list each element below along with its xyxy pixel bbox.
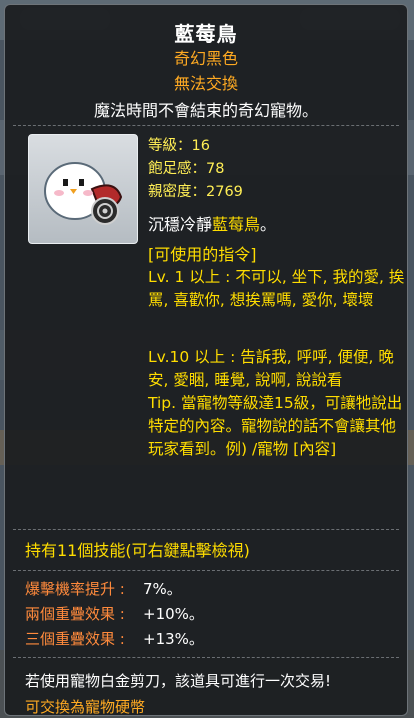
item-grade: 奇幻黑色 [173,49,238,68]
skill-row: 兩個重疊效果 : +10%。 [25,603,204,624]
divider [13,657,399,658]
skill-row: 爆擊機率提升 : 7%。 [25,578,182,599]
bluebird-pet-icon [44,162,123,225]
skill-row: 三個重疊效果 : +13%。 [25,628,204,649]
pet-item-tooltip: 藍莓鳥 奇幻黑色 無法交換 魔法時間不會結束的奇幻寵物。 等級：16 飽足感：7… [4,4,408,716]
skill-value: 7%。 [143,580,182,598]
divider [13,570,399,571]
personality-pet-name: 藍莓鳥 [212,215,261,234]
trade-note: 若使用寵物白金剪刀，該道具可進行一次交易! [25,672,332,690]
commands-header: [可使用的指令] [148,245,257,264]
pet-personality: 沉穩冷靜藍莓鳥。 [148,211,276,235]
item-description: 魔法時間不會結束的奇幻寵物。 [93,101,318,120]
item-name: 藍莓鳥 [174,22,238,46]
divider [13,529,399,530]
divider [13,125,399,126]
skills-header: 持有11個技能(可右鍵點擊檢視) [25,541,250,560]
personality-prefix: 沉穩冷靜 [148,215,213,234]
commands-tip: Tip. 當寵物等級達15級，可讓牠說出特定的內容。寵物說的話不會讓其他玩家看到… [148,394,403,459]
skill-value: +10%。 [143,605,204,623]
pet-level: 等級：16 [148,138,210,154]
pet-intimacy: 親密度：2769 [148,184,243,200]
skill-value: +13%。 [143,630,204,648]
personality-suffix: 。 [260,215,277,234]
pet-satiety: 飽足感：78 [148,161,225,177]
pet-stats: 等級：16 飽足感：78 親密度：2769 [148,135,243,204]
skill-name: 三個重疊效果 : [25,630,125,648]
trade-status: 無法交換 [173,74,238,93]
skill-name: 兩個重疊效果 : [25,605,125,623]
commands-lv10: Lv.10 以上 : 告訴我, 呼呼, 便便, 晚安, 愛睏, 睡覺, 說啊, … [148,348,394,390]
commands-lv1: Lv. 1 以上 : 不可以, 坐下, 我的愛, 挨罵, 喜歡你, 想挨罵嗎, … [148,268,405,310]
skill-name: 爆擊機率提升 : [25,580,125,598]
pet-icon-frame [28,134,138,244]
exchange-note: 可交換為寵物硬幣 [25,698,146,716]
